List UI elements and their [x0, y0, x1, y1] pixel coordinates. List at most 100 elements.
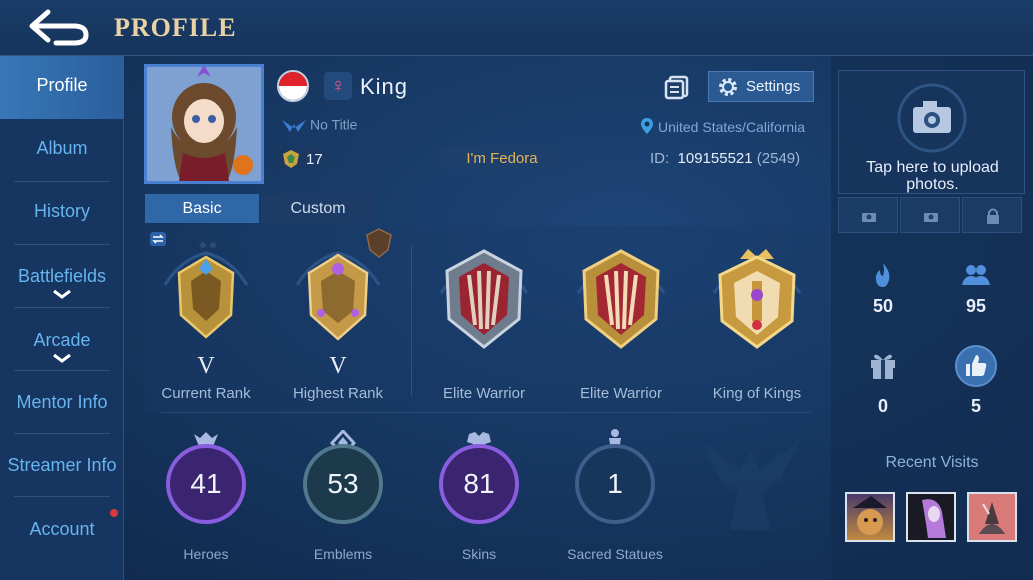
server-id: (2549) [756, 150, 801, 167]
photo-slot-1[interactable] [838, 197, 898, 233]
sidebar-item-label: Streamer Info [7, 455, 117, 475]
sidebar-item-label: Album [36, 138, 88, 158]
rank-label: Current Rank [161, 385, 251, 402]
rank-label: King of Kings [712, 385, 802, 402]
skins-count: 81 [463, 468, 495, 499]
rank-current[interactable]: V Current Rank [141, 235, 271, 405]
camera-small-icon [924, 213, 938, 222]
rank-tier: V [329, 353, 347, 379]
upload-text: Tap here to upload photos. [866, 159, 999, 193]
statue-silhouette-icon [700, 440, 800, 530]
player-title-text: No Title [310, 116, 358, 133]
player-title[interactable]: No Title [280, 116, 357, 136]
sidebar-item-streamer-info[interactable]: Streamer Info [0, 434, 124, 497]
stat-heroes[interactable]: 41 Heroes [156, 432, 256, 562]
followers-stat[interactable]: 95 [946, 262, 1006, 322]
epic-rank-emblem-icon [163, 251, 249, 339]
tab-basic[interactable]: Basic [145, 194, 259, 223]
stat-label: Heroes [183, 546, 229, 562]
photo-slot-3[interactable] [962, 197, 1022, 233]
rank-label: Highest Rank [292, 385, 384, 402]
level-value: 17 [306, 151, 323, 168]
sidebar-item-history[interactable]: History [0, 182, 124, 245]
sidebar-item-label: History [33, 201, 90, 221]
gifts-value: 0 [877, 396, 888, 416]
photo-slot-2[interactable] [900, 197, 960, 233]
gear-icon [719, 78, 737, 96]
upload-photo-button[interactable]: Tap here to upload photos. [838, 70, 1025, 194]
stat-label: Sacred Statues [567, 546, 663, 562]
settings-label: Settings [746, 78, 801, 95]
sidebar: Profile Album History Battlefields Arcad… [0, 56, 124, 580]
followers-value: 95 [965, 296, 987, 316]
player-id[interactable]: ID: 109155521 (2549) [650, 150, 800, 167]
lock-icon [987, 208, 999, 224]
sidebar-item-mentor-info[interactable]: Mentor Info [0, 371, 124, 434]
level-shield-icon [283, 150, 299, 168]
rank-highest[interactable]: V Highest Rank [273, 235, 403, 405]
recent-visitor-avatar-3[interactable] [967, 492, 1017, 542]
rank-tier: V [197, 353, 215, 379]
heroes-count: 41 [190, 468, 222, 499]
sidebar-item-battlefields[interactable]: Battlefields [0, 245, 124, 308]
rank-label: Elite Warrior [443, 385, 525, 402]
copy-icon[interactable] [664, 74, 690, 100]
sidebar-item-account[interactable]: Account [0, 497, 124, 560]
season-badge-elite-warrior-gold[interactable]: Elite Warrior [556, 235, 686, 405]
level-badge: 17 [278, 148, 350, 170]
player-name: King [360, 74, 409, 99]
season-badge-elite-warrior[interactable]: Elite Warrior [419, 235, 549, 405]
visitor-avatar-icon [853, 496, 887, 535]
flame-icon [875, 263, 890, 287]
avatar-portrait-icon [147, 65, 261, 181]
player-id-value: 109155521 [677, 150, 753, 167]
notification-dot [110, 509, 118, 517]
sidebar-item-profile[interactable]: Profile [0, 56, 124, 119]
elite-warrior-gold-icon [576, 249, 666, 349]
stat-skins[interactable]: 81 Skins [429, 432, 529, 562]
likes-value: 5 [970, 396, 981, 416]
gifts-stat[interactable]: 0 [853, 354, 913, 422]
chevron-down-icon [53, 289, 71, 299]
country-flag-icon [277, 70, 309, 102]
location: United States/California [640, 117, 805, 135]
thumbs-up-icon[interactable] [954, 344, 998, 388]
season-badge-king-of-kings[interactable]: King of Kings [692, 235, 822, 405]
likes-stat[interactable]: 5 [946, 345, 1006, 422]
title-icon [282, 120, 306, 132]
settings-button[interactable]: Settings [708, 71, 814, 102]
visitor-avatar-icon [922, 499, 946, 538]
sidebar-item-label: Profile [36, 75, 88, 95]
divider [160, 412, 810, 413]
avatar[interactable] [144, 64, 264, 184]
stat-emblems[interactable]: 53 Emblems [293, 430, 393, 562]
recent-visitor-avatar-1[interactable] [845, 492, 895, 542]
gift-icon [871, 354, 895, 379]
stat-sacred-statues[interactable]: 1 Sacred Statues [565, 429, 665, 562]
sidebar-item-label: Battlefields [17, 266, 107, 286]
king-of-kings-crown-icon [712, 249, 802, 349]
back-arrow-icon[interactable] [26, 8, 92, 48]
recent-visits-label: Recent Visits [885, 454, 979, 471]
sidebar-item-album[interactable]: Album [0, 119, 124, 182]
friends-icon [962, 265, 990, 285]
rank-label: Elite Warrior [580, 385, 662, 402]
player-id-label: ID: [650, 150, 670, 167]
sidebar-item-label: Mentor Info [16, 392, 108, 412]
emblems-count: 53 [327, 468, 359, 499]
top-bar: PROFILE [0, 0, 1033, 56]
camera-small-icon [862, 213, 876, 222]
legend-rank-emblem-icon [295, 251, 381, 341]
elite-warrior-silver-icon [439, 249, 529, 349]
sidebar-item-arcade[interactable]: Arcade [0, 308, 124, 371]
popularity-value: 50 [872, 296, 894, 316]
recent-visitor-avatar-2[interactable] [906, 492, 956, 542]
page-title: PROFILE [114, 13, 237, 42]
statues-count: 1 [607, 468, 623, 499]
sidebar-item-label: Account [29, 519, 95, 539]
location-pin-icon [641, 118, 653, 134]
camera-icon [897, 83, 967, 153]
tab-custom[interactable]: Custom [261, 194, 375, 223]
location-text: United States/California [658, 119, 806, 135]
motto-text[interactable]: I'm Fedora [440, 147, 564, 171]
